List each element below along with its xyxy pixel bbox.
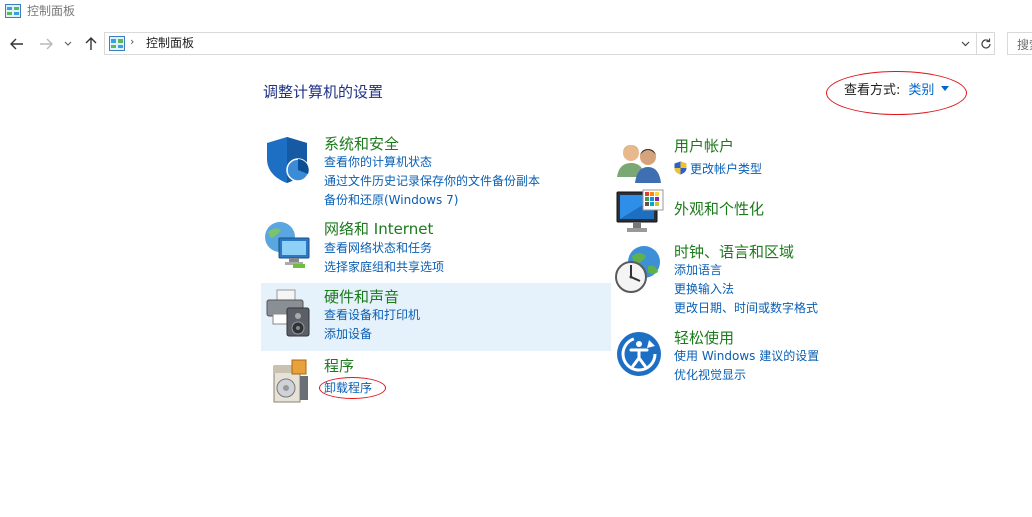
title-bar: 控制面板	[0, 0, 1032, 24]
up-arrow-icon	[85, 37, 97, 50]
link-network-status[interactable]: 查看网络状态和任务	[324, 241, 432, 256]
uac-shield-icon	[674, 161, 687, 175]
back-arrow-icon	[10, 38, 23, 50]
address-history-dropdown[interactable]	[957, 34, 973, 53]
link-windows-recommended-settings[interactable]: 使用 Windows 建议的设置	[674, 349, 819, 364]
view-by-dropdown[interactable]: 类别	[908, 83, 934, 98]
search-input[interactable]: 搜索控制面板	[1007, 32, 1032, 55]
link-file-history-backup[interactable]: 通过文件历史记录保存你的文件备份副本	[324, 174, 540, 189]
link-change-account-type[interactable]: 更改帐户类型	[674, 161, 762, 177]
address-bar[interactable]: › 控制面板	[104, 32, 995, 55]
category-title-network-internet[interactable]: 网络和 Internet	[324, 220, 433, 238]
link-uninstall-program[interactable]: 卸载程序	[324, 381, 372, 396]
monitor-palette-icon	[616, 189, 664, 232]
hover-highlight	[261, 283, 611, 351]
page-title: 调整计算机的设置	[263, 83, 384, 101]
printer-speaker-icon	[266, 289, 310, 337]
control-panel-icon	[109, 36, 125, 51]
network-globe-icon	[265, 222, 310, 268]
caret-down-icon[interactable]	[941, 86, 950, 91]
category-title-ease-of-access[interactable]: 轻松使用	[674, 329, 734, 347]
category-title-clock-language-region[interactable]: 时钟、语言和区域	[674, 243, 794, 261]
view-by-label: 查看方式:	[844, 83, 901, 98]
forward-button[interactable]	[36, 34, 56, 54]
up-button[interactable]	[81, 34, 101, 54]
link-date-time-format[interactable]: 更改日期、时间或数字格式	[674, 301, 818, 316]
category-title-appearance[interactable]: 外观和个性化	[674, 200, 764, 218]
link-backup-restore[interactable]: 备份和还原(Windows 7)	[324, 193, 458, 208]
link-optimize-visual-display[interactable]: 优化视觉显示	[674, 368, 746, 383]
category-title-user-accounts[interactable]: 用户帐户	[674, 137, 734, 155]
control-panel-icon	[5, 4, 21, 18]
link-change-input-method[interactable]: 更换输入法	[674, 282, 734, 297]
link-devices-printers[interactable]: 查看设备和打印机	[324, 308, 420, 323]
clock-globe-icon	[615, 246, 660, 293]
link-add-language[interactable]: 添加语言	[674, 263, 722, 278]
shield-icon	[267, 137, 310, 183]
chevron-down-icon	[961, 41, 969, 46]
back-button[interactable]	[7, 34, 27, 54]
link-view-computer-status[interactable]: 查看你的计算机状态	[324, 155, 432, 170]
link-add-device[interactable]: 添加设备	[324, 327, 372, 342]
category-title-programs[interactable]: 程序	[324, 357, 354, 375]
link-homegroup-sharing[interactable]: 选择家庭组和共享选项	[324, 260, 444, 275]
category-title-system-security[interactable]: 系统和安全	[324, 135, 399, 153]
refresh-icon	[981, 38, 991, 49]
chevron-down-icon	[64, 41, 72, 46]
ease-of-access-icon	[617, 332, 661, 376]
link-change-account-type-label[interactable]: 更改帐户类型	[690, 162, 762, 176]
programs-box-icon	[273, 359, 308, 403]
breadcrumb-separator-icon[interactable]: ›	[130, 35, 134, 48]
view-by: 查看方式: 类别	[844, 83, 950, 99]
category-title-hardware-sound[interactable]: 硬件和声音	[324, 288, 399, 306]
users-icon	[617, 145, 661, 183]
search-placeholder: 搜索控制面板	[1017, 38, 1032, 52]
breadcrumb-control-panel[interactable]: 控制面板	[146, 36, 194, 51]
forward-arrow-icon	[40, 38, 53, 50]
recent-locations-button[interactable]	[61, 34, 75, 54]
window-title: 控制面板	[27, 4, 76, 18]
refresh-button[interactable]	[976, 33, 995, 54]
